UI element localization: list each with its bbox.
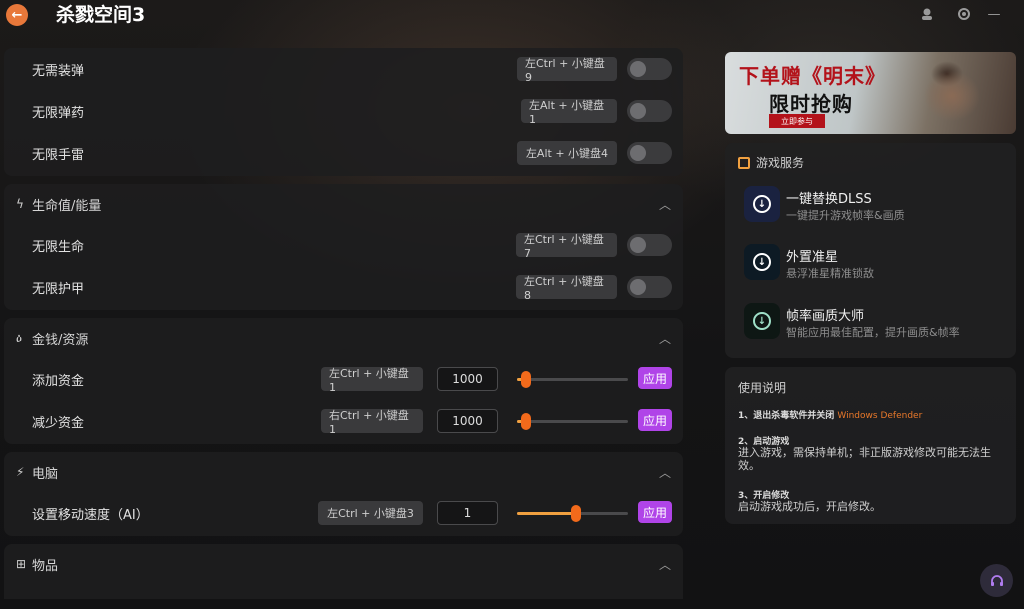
hotkey-badge[interactable]: 左Ctrl + 小键盘1: [321, 367, 423, 394]
list-item: 无限护甲 左Ctrl + 小键盘8: [4, 266, 683, 308]
section-money: ዕ 金钱/资源 ︿ 添加资金 左Ctrl + 小键盘1 1000 应用 减少资金…: [4, 318, 683, 444]
hotkey-badge[interactable]: 左Ctrl + 小键盘3: [318, 501, 423, 525]
cheat-toggle[interactable]: [627, 276, 672, 298]
lightning-icon: ϟ: [16, 197, 24, 211]
banner-subheadline: 限时抢购: [769, 92, 853, 116]
slider-handle[interactable]: [571, 505, 581, 522]
service-item-crosshair[interactable]: ↓ 外置准星 悬浮准星精准锁敌: [744, 244, 1004, 284]
amount-slider[interactable]: [517, 413, 628, 430]
list-item: 无限生命 左Ctrl + 小键盘7: [4, 224, 683, 266]
hotkey-badge[interactable]: 左Alt + 小键盘4: [517, 141, 617, 165]
hotkey-badge[interactable]: 左Ctrl + 小键盘8: [516, 275, 617, 302]
section-header[interactable]: ⚡ 电脑 ︿: [4, 452, 683, 492]
cheat-label: 无限手雷: [32, 147, 85, 163]
chevron-up-icon[interactable]: ︿: [659, 556, 671, 573]
instruction-step-3-body: 启动游戏成功后，开启修改。: [738, 500, 881, 513]
chevron-up-icon[interactable]: ︿: [659, 196, 671, 213]
chevron-up-icon[interactable]: ︿: [659, 330, 671, 347]
banner-headline: 下单赠《明末》: [739, 64, 886, 88]
service-name: 外置准星: [786, 250, 839, 265]
section-items: ⊞ 物品 ︿: [4, 544, 683, 599]
section-ammo: 无需装弹 左Ctrl + 小键盘9 无限弹药 左Alt + 小键盘1 无限手雷 …: [4, 48, 683, 176]
cheat-toggle[interactable]: [627, 234, 672, 256]
services-header: 游戏服务: [738, 154, 804, 171]
list-item: 无需装弹 左Ctrl + 小键盘9: [4, 48, 683, 90]
speed-slider[interactable]: [517, 505, 628, 522]
banner-character-art: [897, 56, 1007, 134]
section-title: 物品: [32, 558, 59, 574]
section-title: 金钱/资源: [32, 332, 89, 348]
section-header[interactable]: ዕ 金钱/资源 ︿: [4, 318, 683, 358]
banner-join-button[interactable]: 立即参与: [769, 114, 825, 128]
service-item-dlss[interactable]: ↓ 一键替换DLSS 一键提升游戏帧率&画质: [744, 186, 1004, 226]
headset-support-icon[interactable]: [980, 564, 1013, 597]
hotkey-badge[interactable]: 左Ctrl + 小键盘7: [516, 233, 617, 260]
instruction-step-1: 1、退出杀毒软件并关闭 Windows Defender: [738, 408, 922, 421]
cheat-toggle[interactable]: [627, 58, 672, 80]
cheat-label: 无限弹药: [32, 105, 85, 121]
cheat-label: 减少资金: [32, 415, 85, 431]
hotkey-badge[interactable]: 右Ctrl + 小键盘1: [321, 409, 423, 436]
service-name: 帧率画质大师: [786, 309, 865, 324]
gear-icon[interactable]: [954, 4, 974, 24]
chevron-up-icon[interactable]: ︿: [659, 464, 671, 481]
cheat-toggle[interactable]: [627, 100, 672, 122]
section-title: 生命值/能量: [32, 198, 102, 214]
list-item: 添加资金 左Ctrl + 小键盘1 1000 应用: [4, 358, 683, 400]
hotkey-badge[interactable]: 左Alt + 小键盘1: [521, 99, 617, 126]
amount-input[interactable]: 1000: [437, 367, 498, 391]
download-icon: ↓: [744, 303, 780, 339]
apply-button[interactable]: 应用: [638, 501, 672, 523]
amount-input[interactable]: 1000: [437, 409, 498, 433]
running-icon: ⚡: [16, 465, 25, 479]
service-desc: 智能应用最佳配置，提升画质&帧率: [786, 326, 960, 339]
cheat-list[interactable]: 无需装弹 左Ctrl + 小键盘9 无限弹药 左Alt + 小键盘1 无限手雷 …: [4, 48, 683, 599]
amount-slider[interactable]: [517, 371, 628, 388]
back-button[interactable]: ←: [6, 4, 28, 26]
instructions-panel: 使用说明 1、退出杀毒软件并关闭 Windows Defender 2、启动游戏…: [725, 367, 1016, 524]
instructions-title: 使用说明: [738, 381, 787, 395]
download-icon: ↓: [744, 186, 780, 222]
step-text: 1、退出杀毒软件并关闭: [738, 411, 835, 421]
section-header[interactable]: ϟ 生命值/能量 ︿: [4, 184, 683, 224]
service-item-fps-master[interactable]: ↓ 帧率画质大师 智能应用最佳配置，提升画质&帧率: [744, 303, 1004, 343]
list-item: 无限手雷 左Alt + 小键盘4: [4, 132, 683, 174]
section-health: ϟ 生命值/能量 ︿ 无限生命 左Ctrl + 小键盘7 无限护甲 左Ctrl …: [4, 184, 683, 310]
section-computer: ⚡ 电脑 ︿ 设置移动速度（AI） 左Ctrl + 小键盘3 1 应用: [4, 452, 683, 536]
arrow-left-icon: ←: [11, 7, 23, 23]
game-services-panel: 游戏服务 ↓ 一键替换DLSS 一键提升游戏帧率&画质 ↓ 外置准星 悬浮准星精…: [725, 143, 1016, 358]
cheat-toggle[interactable]: [627, 142, 672, 164]
app-title: 杀戮空间3: [56, 4, 146, 26]
money-bag-icon: ዕ: [16, 330, 22, 345]
list-item: 无限弹药 左Alt + 小键盘1: [4, 90, 683, 132]
service-desc: 一键提升游戏帧率&画质: [786, 209, 905, 222]
list-item: 减少资金 右Ctrl + 小键盘1 1000 应用: [4, 400, 683, 442]
apply-button[interactable]: 应用: [638, 367, 672, 389]
user-icon[interactable]: [917, 4, 937, 24]
service-name: 一键替换DLSS: [786, 192, 872, 207]
section-title: 电脑: [32, 466, 59, 482]
hotkey-badge[interactable]: 左Ctrl + 小键盘9: [517, 57, 617, 84]
slider-handle[interactable]: [521, 371, 531, 388]
slider-handle[interactable]: [521, 413, 531, 430]
box-icon: [738, 156, 750, 169]
apply-button[interactable]: 应用: [638, 409, 672, 431]
promo-banner[interactable]: 下单赠《明末》 限时抢购 立即参与: [725, 52, 1016, 134]
step-highlight: Windows Defender: [837, 411, 923, 421]
cheat-label: 无需装弹: [32, 63, 85, 79]
list-item: 设置移动速度（AI） 左Ctrl + 小键盘3 1 应用: [4, 492, 683, 534]
download-icon: ↓: [744, 244, 780, 280]
minimize-button[interactable]: —: [984, 4, 1004, 24]
cheat-label: 设置移动速度（AI）: [32, 507, 149, 523]
services-title: 游戏服务: [756, 156, 805, 170]
cheat-label: 添加资金: [32, 373, 85, 389]
section-header[interactable]: ⊞ 物品 ︿: [4, 544, 683, 584]
title-bar: ← 杀戮空间3 —: [0, 0, 1024, 48]
plus-box-icon: ⊞: [16, 557, 27, 571]
instruction-step-2-body: 进入游戏，需保持单机；非正版游戏修改可能无法生效。: [738, 446, 991, 472]
speed-input[interactable]: 1: [437, 501, 498, 525]
cheat-label: 无限生命: [32, 239, 85, 255]
cheat-label: 无限护甲: [32, 281, 85, 297]
service-desc: 悬浮准星精准锁敌: [786, 267, 874, 280]
